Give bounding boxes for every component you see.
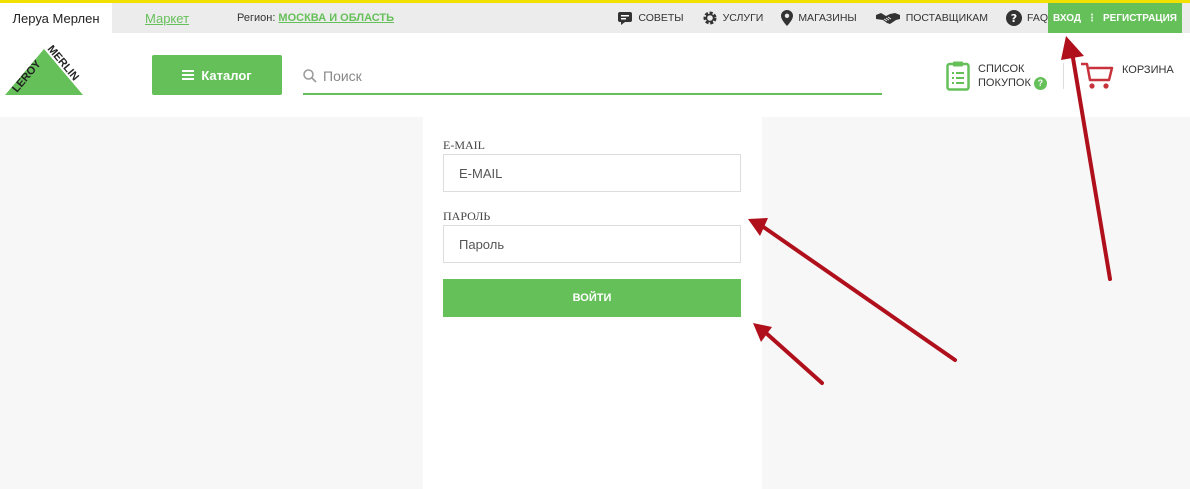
- cart-link[interactable]: КОРЗИНА: [1080, 61, 1174, 91]
- tips-label: СОВЕТЫ: [638, 12, 684, 24]
- login-submit-button[interactable]: ВОЙТИ: [443, 279, 741, 317]
- login-panel: E-MAIL ПАРОЛЬ ВОЙТИ: [423, 117, 762, 489]
- register-link[interactable]: РЕГИСТРАЦИЯ: [1103, 13, 1177, 24]
- catalog-label: Каталог: [201, 67, 252, 83]
- stores-link[interactable]: МАГАЗИНЫ: [781, 10, 857, 26]
- password-label: ПАРОЛЬ: [443, 209, 491, 223]
- help-badge[interactable]: ?: [1033, 76, 1047, 90]
- tab-leroy-merlin-label: Леруа Мерлен: [12, 10, 100, 26]
- services-link[interactable]: УСЛУГИ: [702, 10, 764, 26]
- handshake-icon: [875, 13, 900, 24]
- arrow-to-password-field: [748, 218, 957, 362]
- chat-bubble-icon: [618, 11, 633, 25]
- suppliers-label: ПОСТАВЩИКАМ: [905, 12, 988, 24]
- map-pin-icon: [781, 10, 794, 26]
- email-field: [443, 154, 741, 192]
- password-input[interactable]: [459, 236, 719, 252]
- tips-link[interactable]: СОВЕТЫ: [617, 11, 684, 26]
- stores-label: МАГАЗИНЫ: [798, 12, 857, 24]
- cart-label: КОРЗИНА: [1122, 64, 1174, 76]
- header: LEROY MERLIN Каталог СПИСОК ПОКУПОК?: [0, 33, 1190, 117]
- search-bar: [303, 59, 882, 95]
- shopping-list-text: СПИСОК ПОКУПОК?: [978, 62, 1047, 90]
- clipboard-list-icon: [946, 61, 970, 91]
- top-bar: Леруа Мерлен Маркет Регион: МОСКВА И ОБЛ…: [0, 0, 1190, 33]
- catalog-button[interactable]: Каталог: [152, 55, 282, 95]
- arrow-to-submit-button: [753, 323, 824, 385]
- login-link[interactable]: ВХОД: [1053, 13, 1081, 24]
- shopping-list-line1: СПИСОК: [978, 63, 1025, 75]
- header-divider: [1063, 63, 1064, 89]
- region-label: Регион:: [237, 12, 276, 24]
- shopping-list-link[interactable]: СПИСОК ПОКУПОК?: [946, 61, 1047, 91]
- question-circle-icon: ?: [1005, 10, 1022, 26]
- search-input[interactable]: [323, 68, 863, 84]
- faq-link[interactable]: ? FAQ: [1005, 10, 1048, 26]
- market-link[interactable]: Маркет: [145, 11, 189, 26]
- email-input[interactable]: [459, 165, 719, 181]
- email-label: E-MAIL: [443, 138, 485, 152]
- top-links: СОВЕТЫ УСЛУГИ МАГАЗИНЫ ПОСТАВЩИКАМ ? FAQ: [599, 3, 1048, 33]
- auth-separator: ⋮: [1087, 12, 1098, 24]
- tab-leroy-merlin[interactable]: Леруа Мерлен: [0, 3, 112, 33]
- logo[interactable]: LEROY MERLIN: [3, 43, 85, 107]
- cart-icon: [1081, 62, 1114, 89]
- faq-label: FAQ: [1026, 12, 1048, 24]
- suppliers-link[interactable]: ПОСТАВЩИКАМ: [875, 11, 988, 25]
- region-link[interactable]: МОСКВА И ОБЛАСТЬ: [278, 12, 394, 24]
- svg-text:?: ?: [1011, 12, 1017, 25]
- menu-icon: [182, 68, 195, 82]
- gear-icon: [703, 11, 717, 25]
- search-icon: [303, 69, 317, 83]
- shopping-list-line2: ПОКУПОК: [978, 77, 1031, 89]
- login-submit-label: ВОЙТИ: [572, 292, 612, 304]
- password-field: [443, 225, 741, 263]
- auth-area: ВХОД ⋮ РЕГИСТРАЦИЯ: [1048, 3, 1182, 33]
- services-label: УСЛУГИ: [722, 12, 764, 24]
